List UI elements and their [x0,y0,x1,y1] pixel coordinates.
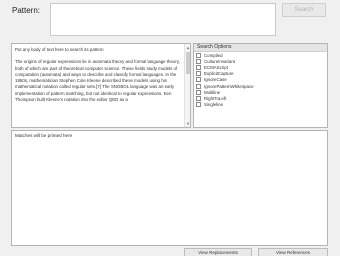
pattern-input[interactable] [50,3,276,36]
source-text-content: Put any body of text here to search its … [12,44,190,111]
ecmascript-checkbox[interactable] [196,64,201,70]
scroll-up-icon[interactable]: ▲ [186,45,190,50]
option-label: IgnorePatternWhitespace [204,83,254,89]
culture-invariant-checkbox[interactable] [196,58,201,64]
right-to-left-checkbox[interactable] [196,95,201,101]
matches-output-area[interactable]: Matches will be printed here [11,130,328,246]
option-label: IgnoreCase [204,77,227,83]
view-references-button[interactable]: View References [258,248,328,256]
pattern-label: Pattern: [12,6,41,15]
source-text-area[interactable]: Put any body of text here to search its … [11,43,191,128]
compiled-checkbox[interactable] [196,52,201,58]
source-text-paragraph: Put any body of text here to search its … [15,47,104,52]
option-label: CultureInvariant [204,58,235,64]
ignore-pattern-whitespace-checkbox[interactable] [196,83,201,89]
explicit-capture-checkbox[interactable] [196,71,201,77]
multiline-checkbox[interactable] [196,89,201,95]
option-label: Compiled [204,52,223,58]
scroll-thumb[interactable] [186,52,190,74]
option-singleline[interactable]: Singleline [194,102,327,108]
matches-placeholder: Matches will be printed here [15,133,73,138]
singleline-checkbox[interactable] [196,102,201,108]
source-text-scrollbar[interactable]: ▲ ▼ [184,44,190,127]
option-label: Singleline [204,102,224,108]
scroll-down-icon[interactable]: ▼ [186,121,190,126]
option-label: Multiline [204,89,221,95]
search-button[interactable]: Search [282,3,326,17]
ignore-case-checkbox[interactable] [196,77,201,83]
source-text-paragraph: The origins of regular expressions lie i… [15,59,180,103]
search-options-header: Search Options [194,44,327,52]
option-label: RightToLeft [204,95,227,101]
view-replacements-button[interactable]: View Replacements [184,248,252,256]
search-options-panel: Search Options Compiled CultureInvariant… [193,43,328,128]
option-label: ExplicitCapture [204,71,234,77]
option-label: ECMAScript [204,64,228,70]
